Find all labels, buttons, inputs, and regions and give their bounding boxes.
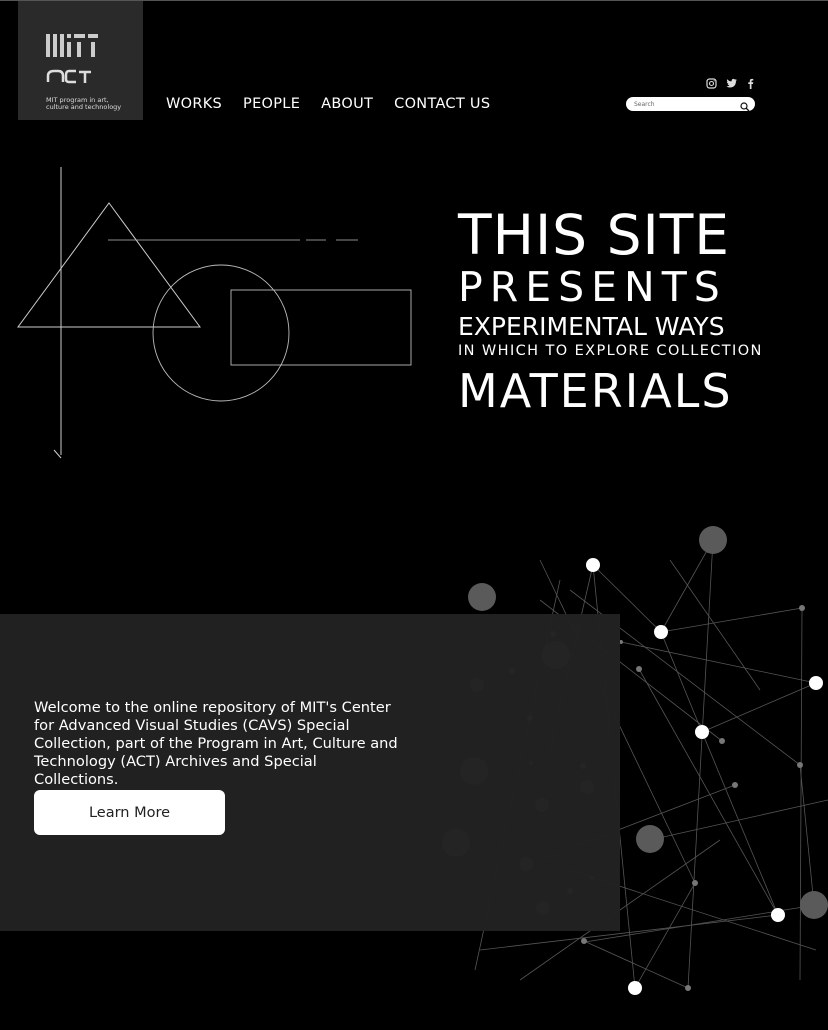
hero-line-3: EXPERIMENTAL WAYS <box>458 312 725 341</box>
geometric-line-art <box>17 167 412 459</box>
instagram-icon[interactable] <box>706 76 717 94</box>
nav-people[interactable]: PEOPLE <box>243 96 300 112</box>
twitter-icon[interactable] <box>726 76 738 94</box>
hero-line-4: IN WHICH TO EXPLORE COLLECTION <box>458 343 763 359</box>
main-nav: WORKS PEOPLE ABOUT CONTACT US <box>166 96 511 112</box>
facebook-icon[interactable] <box>747 76 754 94</box>
intro-panel: Welcome to the online repository of MIT'… <box>0 614 620 931</box>
nav-about[interactable]: ABOUT <box>321 96 373 112</box>
learn-more-button[interactable]: Learn More <box>34 790 225 835</box>
search-box <box>626 97 755 112</box>
mit-act-logo-mark <box>46 34 98 84</box>
hero-line-2: PRESENTS <box>458 263 727 311</box>
search-input[interactable] <box>634 98 734 110</box>
social-links <box>706 76 754 94</box>
hero-line-5: MATERIALS <box>458 363 733 418</box>
intro-text: Welcome to the online repository of MIT'… <box>34 699 398 788</box>
hero-heading: THIS SITE PRESENTS EXPERIMENTAL WAYS IN … <box>458 203 763 418</box>
mit-act-logo[interactable]: MIT program in art, culture and technolo… <box>18 1 143 120</box>
nav-contact-us[interactable]: CONTACT US <box>394 96 490 112</box>
logo-subtitle: MIT program in art, culture and technolo… <box>46 96 122 111</box>
search-icon[interactable] <box>740 99 750 117</box>
hero-line-1: THIS SITE <box>458 203 731 267</box>
nav-works[interactable]: WORKS <box>166 96 222 112</box>
